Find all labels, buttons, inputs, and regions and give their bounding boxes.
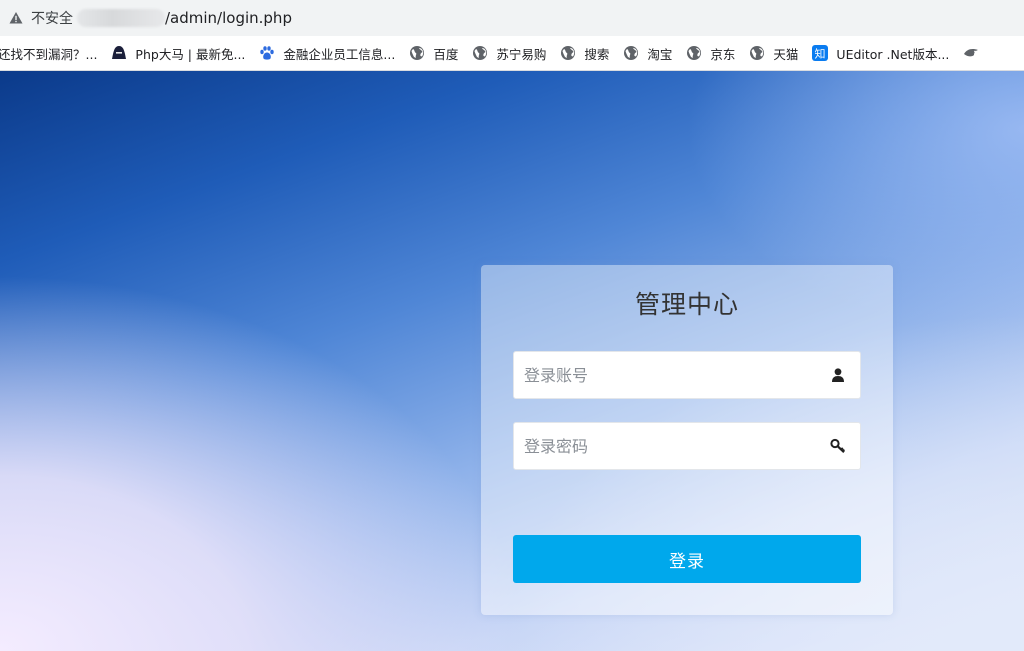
url-path[interactable]: /admin/login.php [165, 9, 292, 27]
bookmark-item[interactable]: 淘宝 [623, 41, 672, 65]
password-input[interactable] [514, 423, 814, 469]
warning-triangle-icon[interactable] [9, 11, 23, 25]
bird-icon [963, 45, 979, 61]
zhihu-icon: 知 [812, 45, 829, 61]
bookmark-label: Php大马 | 最新免... [135, 46, 246, 62]
login-card: 管理中心 登录 [481, 265, 893, 615]
hacker-icon [111, 45, 127, 61]
bookmark-label: 金融企业员工信息... [283, 46, 396, 62]
bookmark-item[interactable] [963, 41, 987, 65]
address-bar[interactable]: 不安全 /admin/login.php [0, 0, 1024, 36]
bookmark-label: 百度 [433, 46, 459, 62]
bookmark-item[interactable]: 京东 [686, 41, 735, 65]
bookmark-item[interactable]: 知 UEditor .Net版本... [812, 41, 949, 65]
bookmark-item[interactable]: 天猫 [749, 41, 798, 65]
url-host-redacted [77, 9, 165, 27]
login-page-background: 管理中心 登录 [0, 71, 1024, 651]
bookmark-item[interactable]: 搜索 [560, 41, 609, 65]
bookmark-label: 搜索 [584, 46, 610, 62]
globe-icon [749, 45, 765, 61]
login-button[interactable]: 登录 [513, 535, 861, 583]
bookmark-label: 京东 [710, 46, 736, 62]
bookmark-item[interactable]: Php大马 | 最新免... [111, 41, 245, 65]
user-icon [830, 367, 846, 383]
key-icon [830, 438, 846, 454]
bookmark-item[interactable]: 金融企业员工信息... [259, 41, 395, 65]
bookmark-label: 天猫 [773, 46, 799, 62]
globe-icon [472, 45, 488, 61]
username-input[interactable] [514, 352, 814, 398]
globe-icon [560, 45, 576, 61]
insecure-label[interactable]: 不安全 [31, 8, 73, 28]
paw-icon [259, 45, 275, 61]
bookmark-label: 苏宁易购 [496, 46, 547, 62]
bookmarks-bar: 还找不到漏洞？... Php大马 | 最新免... 金融企业员工信息... 百度… [0, 36, 1024, 71]
globe-icon [686, 45, 702, 61]
bookmark-label: 还找不到漏洞？... [0, 46, 98, 62]
globe-icon [623, 45, 639, 61]
bookmark-item[interactable]: 百度 [409, 41, 458, 65]
svg-text:知: 知 [815, 47, 826, 61]
bookmark-label: 淘宝 [647, 46, 673, 62]
password-field[interactable] [513, 422, 861, 470]
globe-icon [409, 45, 425, 61]
bookmark-label: UEditor .Net版本... [836, 46, 950, 62]
bookmark-item[interactable]: 还找不到漏洞？... [0, 41, 97, 65]
page-title: 管理中心 [634, 290, 739, 319]
username-field[interactable] [513, 351, 861, 399]
bookmark-item[interactable]: 苏宁易购 [472, 41, 546, 65]
